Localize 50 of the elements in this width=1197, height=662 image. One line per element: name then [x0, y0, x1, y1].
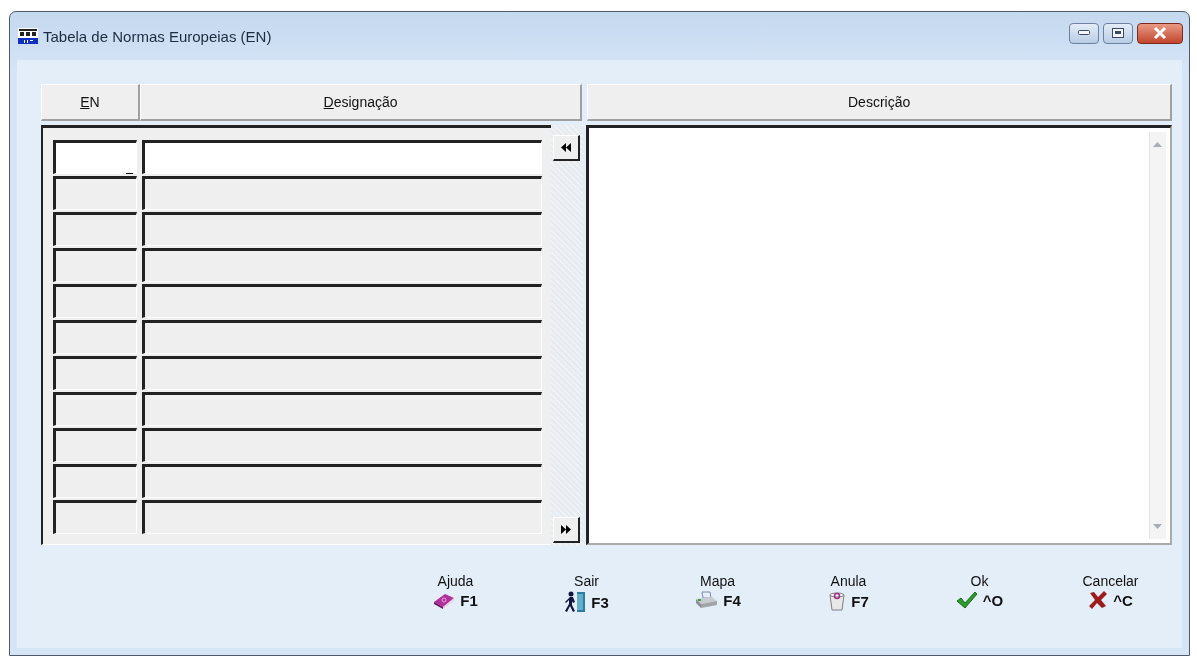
last-record-button[interactable] — [553, 517, 581, 543]
column-header[interactable]: Descrição — [587, 84, 1172, 121]
bin-icon — [828, 591, 847, 611]
maximize-icon — [1112, 28, 1124, 38]
designation-field[interactable] — [142, 284, 542, 318]
designation-field[interactable] — [142, 248, 542, 282]
close-icon — [1153, 27, 1167, 39]
designation-field[interactable] — [142, 356, 542, 390]
toolbar-button[interactable]: Mapa F4 — [652, 573, 783, 613]
window-title: Tabela de Normas Europeias (EN) — [43, 27, 272, 45]
description-field[interactable] — [585, 125, 1172, 545]
minimize-button[interactable] — [1069, 22, 1099, 44]
en-field[interactable] — [53, 248, 137, 282]
designation-field[interactable] — [142, 212, 542, 246]
book-icon — [433, 591, 456, 609]
check-icon — [955, 591, 978, 609]
toolbar-button[interactable]: Sair F3 — [521, 573, 652, 613]
toolbar-button[interactable]: Cancelar ^C — [1045, 573, 1176, 613]
designation-field[interactable] — [142, 500, 542, 534]
en-field[interactable] — [53, 500, 137, 534]
designation-field[interactable] — [142, 176, 542, 210]
en-field[interactable] — [53, 176, 137, 210]
designation-field[interactable] — [142, 428, 542, 462]
en-field[interactable] — [53, 392, 137, 426]
toolbar-button[interactable]: Anula F7 — [783, 573, 914, 613]
column-header[interactable]: EN — [41, 84, 140, 121]
minimize-icon — [1078, 30, 1090, 36]
en-field[interactable] — [53, 428, 137, 462]
en-field[interactable] — [53, 464, 137, 498]
column-header[interactable]: Designação — [139, 84, 583, 121]
close-button[interactable] — [1137, 22, 1183, 44]
app-icon — [18, 28, 38, 44]
designation-field[interactable] — [142, 392, 542, 426]
cross-icon — [1088, 591, 1109, 609]
fast-forward-icon — [561, 525, 572, 534]
toolbar-button[interactable]: Ok ^O — [914, 573, 1045, 613]
en-field[interactable]: _ — [53, 140, 137, 174]
printer-icon — [694, 591, 719, 609]
maximize-button[interactable] — [1103, 22, 1133, 44]
rewind-icon — [561, 143, 572, 152]
en-field[interactable] — [53, 356, 137, 390]
designation-field[interactable] — [142, 320, 542, 354]
toolbar-button[interactable]: Ajuda F1 — [390, 573, 521, 613]
en-field[interactable] — [53, 320, 137, 354]
designation-field[interactable] — [142, 464, 542, 498]
exit-icon — [564, 591, 587, 613]
designation-field[interactable] — [142, 140, 542, 174]
en-field[interactable] — [53, 212, 137, 246]
en-field[interactable] — [53, 284, 137, 318]
first-record-button[interactable] — [553, 135, 581, 161]
